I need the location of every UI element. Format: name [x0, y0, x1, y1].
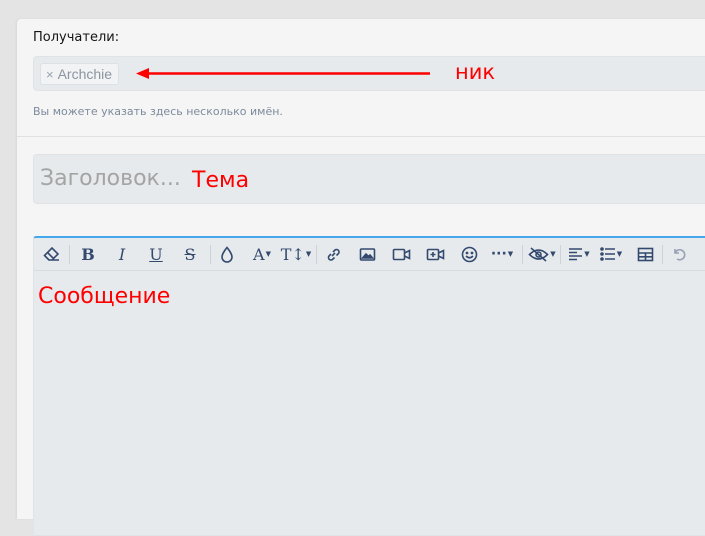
annotation-message: Сообщение [38, 284, 171, 309]
annotation-subject: Тема [192, 168, 250, 193]
annotation-nick: ник [455, 60, 496, 84]
annotation-arrow [136, 68, 430, 79]
